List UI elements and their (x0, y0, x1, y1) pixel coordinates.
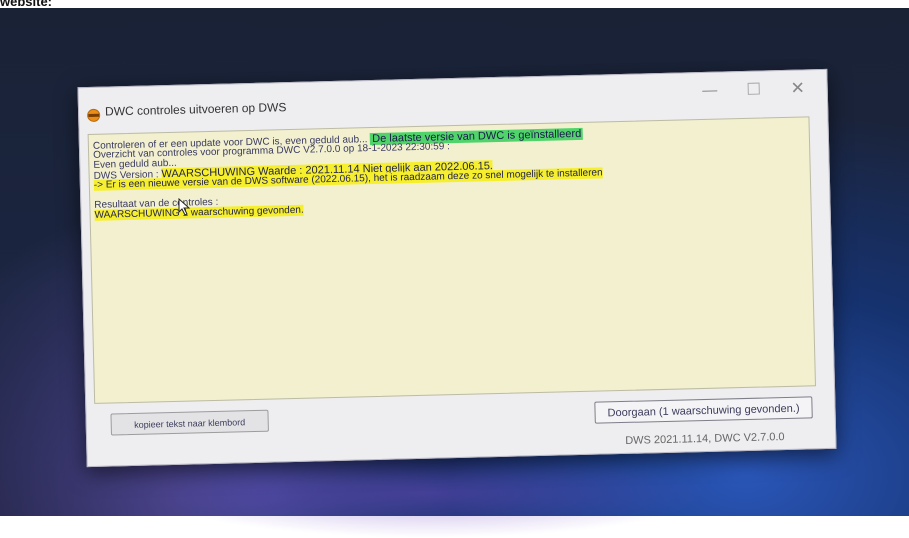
copy-to-clipboard-button[interactable]: kopieer tekst naar klembord (110, 409, 269, 436)
output-text-area[interactable]: Controleren of er een update voor DWC is… (87, 116, 816, 404)
page-caption: website: (0, 0, 53, 9)
maximize-icon (747, 82, 760, 95)
minimize-button[interactable]: — (688, 76, 731, 105)
monitor-screen: DWC controles uitvoeren op DWS — ✕ Contr… (0, 8, 909, 538)
dwc-dialog-window: DWC controles uitvoeren op DWS — ✕ Contr… (77, 68, 837, 468)
maximize-button[interactable] (732, 75, 775, 104)
continue-button[interactable]: Doorgaan (1 waarschuwing gevonden.) (594, 396, 813, 424)
window-title: DWC controles uitvoeren op DWS (104, 100, 287, 119)
version-status: DWS 2021.11.14, DWC V2.7.0.0 (625, 431, 785, 447)
close-button[interactable]: ✕ (776, 74, 819, 103)
dws-app-icon (87, 108, 101, 122)
mouse-pointer-icon (178, 198, 191, 216)
